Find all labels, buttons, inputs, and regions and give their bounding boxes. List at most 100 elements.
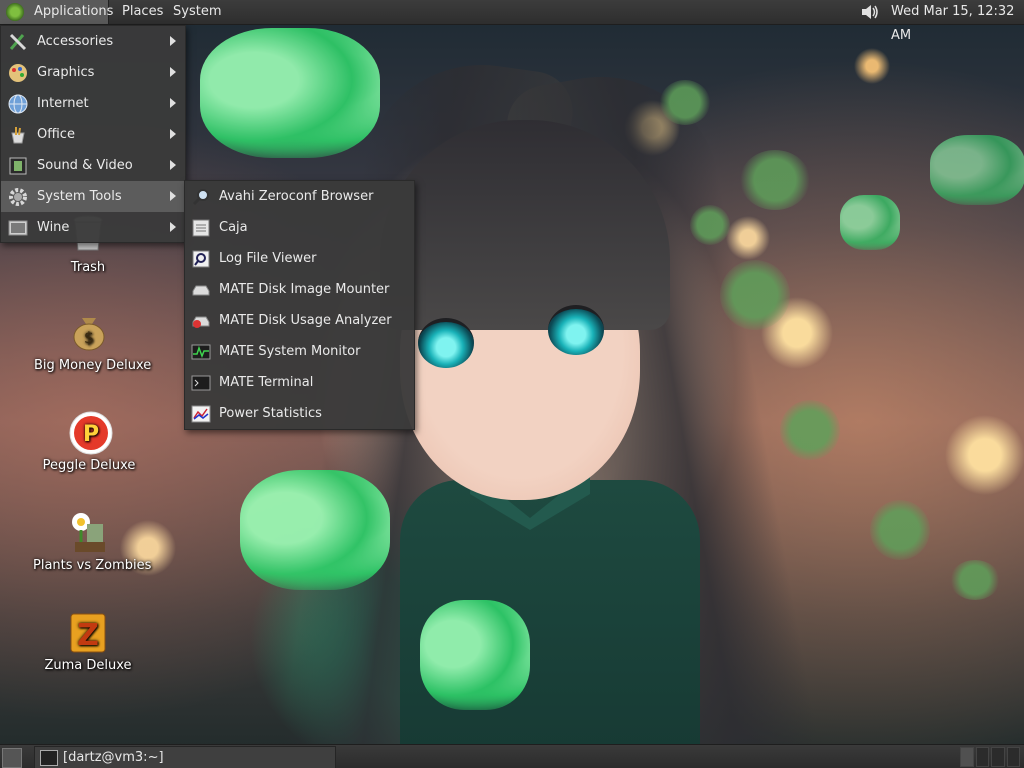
menu-item-office[interactable]: Office — [1, 119, 185, 150]
desktop-icon-label: Trash — [70, 260, 106, 275]
menu-item-mate-disk-usage-analyzer[interactable]: MATE Disk Usage Analyzer — [185, 305, 414, 336]
submenu-arrow-icon — [170, 191, 176, 201]
menu-item-graphics[interactable]: Graphics — [1, 57, 185, 88]
wallpaper-butterfly — [200, 28, 380, 158]
mate-logo-icon — [6, 3, 24, 21]
menu-item-label: Office — [37, 127, 75, 142]
system-menu-button[interactable]: System — [167, 0, 227, 24]
wallpaper-leaves — [740, 150, 810, 210]
menu-item-label: MATE Disk Image Mounter — [219, 282, 390, 297]
power-stats-icon — [191, 404, 211, 424]
menu-item-label: Accessories — [37, 34, 114, 49]
globe-icon — [8, 94, 28, 114]
top-panel: Applications Places System Wed Mar 15, 1… — [0, 0, 1024, 43]
log-viewer-icon — [191, 249, 211, 269]
wallpaper-butterfly — [930, 135, 1024, 205]
wallpaper-eye-right — [548, 305, 604, 355]
menu-item-label: Log File Viewer — [219, 251, 317, 266]
plants-vs-zombies-icon — [67, 510, 109, 552]
graphics-icon — [8, 63, 28, 83]
wallpaper-leaves — [780, 400, 840, 460]
disk-icon — [191, 280, 211, 300]
workspace-switcher[interactable] — [960, 747, 1020, 767]
menu-item-label: Graphics — [37, 65, 95, 80]
menu-item-label: Caja — [219, 220, 248, 235]
menu-item-log-file-viewer[interactable]: Log File Viewer — [185, 243, 414, 274]
menu-item-mate-system-monitor[interactable]: MATE System Monitor — [185, 336, 414, 367]
wallpaper-collar — [470, 470, 590, 530]
system-tools-submenu: Avahi Zeroconf Browser Caja Log File Vie… — [184, 180, 415, 430]
file-manager-icon — [191, 218, 211, 238]
submenu-arrow-icon — [170, 160, 176, 170]
applications-menu: Accessories Graphics Internet Office Sou… — [0, 25, 186, 243]
desktop-icon-label: Big Money Deluxe — [34, 358, 152, 373]
accessories-icon — [8, 32, 28, 52]
bottom-panel: [dartz@vm3:~] — [0, 744, 1024, 768]
menu-item-label: Sound & Video — [37, 158, 133, 173]
menu-item-avahi-zeroconf-browser[interactable]: Avahi Zeroconf Browser — [185, 181, 414, 212]
menu-item-accessories[interactable]: Accessories — [1, 26, 185, 57]
menu-item-caja[interactable]: Caja — [185, 212, 414, 243]
desktop-icon-label: Plants vs Zombies — [33, 558, 152, 573]
submenu-arrow-icon — [170, 98, 176, 108]
wallpaper-butterfly — [420, 600, 530, 710]
terminal-icon — [191, 373, 211, 393]
wallpaper-bangs — [380, 120, 670, 330]
wallpaper-leaves — [720, 260, 790, 330]
workspace-4[interactable] — [1006, 747, 1020, 767]
show-desktop-icon[interactable] — [2, 748, 22, 768]
menu-item-label: Wine — [37, 220, 70, 235]
wallpaper-leaves — [870, 500, 930, 560]
menu-item-label: Avahi Zeroconf Browser — [219, 189, 374, 204]
disk-usage-icon — [191, 311, 211, 331]
menu-item-system-tools[interactable]: System Tools — [1, 181, 185, 212]
menu-item-mate-disk-image-mounter[interactable]: MATE Disk Image Mounter — [185, 274, 414, 305]
menu-item-label: Internet — [37, 96, 89, 111]
speaker-icon[interactable] — [860, 3, 880, 21]
wallpaper-butterfly — [240, 470, 390, 590]
office-icon — [8, 125, 28, 145]
wallpaper-leaves — [690, 205, 730, 245]
wine-icon — [8, 218, 28, 238]
menu-item-label: MATE Disk Usage Analyzer — [219, 313, 392, 328]
applications-menu-button[interactable]: Applications — [0, 0, 113, 24]
wallpaper-leaves — [660, 80, 710, 125]
magnifier-icon — [191, 187, 211, 207]
clock[interactable]: Wed Mar 15, 12:32 AM — [891, 0, 1024, 43]
menu-item-wine[interactable]: Wine — [1, 212, 185, 243]
desktop: Trash $ Big Money Deluxe P Peggle Deluxe… — [0, 0, 1024, 768]
menu-item-label: MATE System Monitor — [219, 344, 361, 359]
workspace-2[interactable] — [975, 747, 989, 767]
wallpaper-face — [400, 230, 640, 500]
film-icon — [8, 156, 28, 176]
submenu-arrow-icon — [170, 129, 176, 139]
submenu-arrow-icon — [170, 36, 176, 46]
menu-item-label: System Tools — [37, 189, 122, 204]
menu-item-sound-video[interactable]: Sound & Video — [1, 150, 185, 181]
svg-text:$: $ — [84, 328, 94, 347]
wallpaper-hair-right — [500, 57, 820, 768]
applications-label: Applications — [34, 4, 114, 19]
desktop-icon-label: Peggle Deluxe — [42, 458, 136, 473]
system-monitor-icon — [191, 342, 211, 362]
taskbar-window-label: [dartz@vm3:~] — [63, 750, 164, 765]
menu-item-label: Power Statistics — [219, 406, 322, 421]
submenu-arrow-icon — [170, 222, 176, 232]
submenu-arrow-icon — [170, 67, 176, 77]
wallpaper-leaves — [950, 560, 1000, 600]
menu-item-internet[interactable]: Internet — [1, 88, 185, 119]
wallpaper-figure-body — [400, 480, 700, 750]
menu-item-power-statistics[interactable]: Power Statistics — [185, 398, 414, 429]
peggle-icon: P — [68, 410, 113, 455]
svg-text:Z: Z — [77, 618, 99, 653]
gear-icon — [8, 187, 28, 207]
desktop-icon-label: Zuma Deluxe — [44, 658, 132, 673]
wallpaper-eye-left — [418, 318, 474, 368]
menu-item-mate-terminal[interactable]: MATE Terminal — [185, 367, 414, 398]
svg-text:P: P — [83, 422, 99, 447]
places-menu-button[interactable]: Places — [116, 0, 169, 24]
workspace-1[interactable] — [960, 747, 974, 767]
workspace-3[interactable] — [991, 747, 1005, 767]
taskbar-window-button[interactable]: [dartz@vm3:~] — [34, 746, 336, 768]
zuma-icon: Z — [67, 610, 109, 653]
